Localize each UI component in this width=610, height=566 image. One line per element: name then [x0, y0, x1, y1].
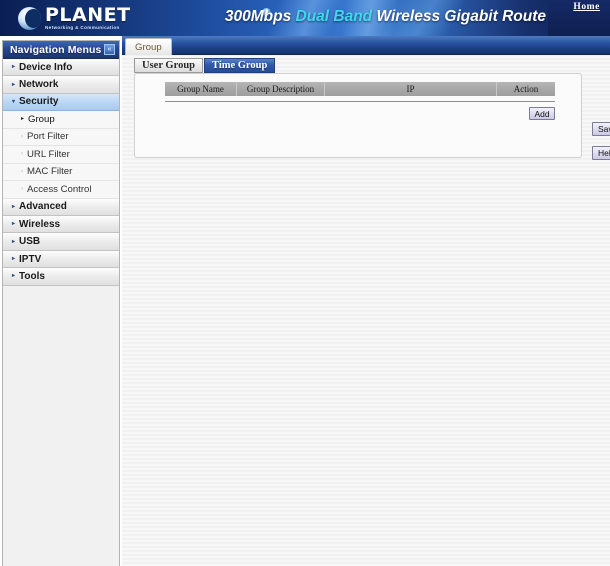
sidebar-title: Navigation Menus — [10, 43, 102, 56]
navigation-sidebar: Navigation Menus « ▸ Device Info ▸ Network ▾… — [2, 40, 120, 566]
main-content: Group User Group Time Group Group Name Gro… — [122, 36, 610, 566]
sidebar-subitem-port-filter[interactable]: › Port Filter — [3, 128, 119, 147]
sidebar-subitem-url-filter[interactable]: › URL Filter — [3, 146, 119, 164]
sidebar-subitem-label: Port Filter — [27, 131, 69, 143]
subtab-bar: User Group Time Group — [134, 58, 276, 73]
chevron-down-icon: ▾ — [12, 98, 16, 105]
column-header-action: Action — [513, 84, 539, 94]
sidebar-item-security[interactable]: ▾ Security — [3, 93, 119, 112]
planet-globe-icon — [18, 6, 41, 30]
chevron-right-icon: ▸ — [21, 116, 25, 123]
sidebar-item-advanced[interactable]: ▸ Advanced — [3, 198, 119, 217]
sidebar-item-usb[interactable]: ▸ USB — [3, 233, 119, 251]
sidebar-item-label: IPTV — [19, 253, 42, 265]
sidebar-item-label: Tools — [19, 270, 45, 282]
column-header-group-name: Group Name — [165, 82, 237, 96]
subtab-user-group[interactable]: User Group — [134, 58, 203, 73]
sidebar-subitem-label: MAC Filter — [27, 166, 73, 178]
sidebar-subitem-group[interactable]: ▸ Group — [3, 111, 119, 129]
sidebar-item-label: Wireless — [19, 218, 61, 230]
chevron-right-icon: › — [21, 168, 23, 175]
sidebar-item-iptv[interactable]: ▸ IPTV — [3, 250, 119, 269]
brand-tagline: Networking & Communication — [45, 24, 120, 30]
chevron-right-icon: › — [21, 133, 23, 140]
sidebar-item-wireless[interactable]: ▸ Wireless — [3, 216, 119, 234]
sidebar-item-label: Device Info — [19, 61, 73, 73]
chevron-right-icon: ▸ — [12, 273, 16, 280]
add-button[interactable]: Add — [529, 107, 555, 120]
chevron-right-icon: › — [21, 186, 23, 193]
sidebar-subitem-label: URL Filter — [27, 148, 70, 160]
chevron-right-icon: ▸ — [12, 203, 16, 210]
sidebar-item-label: Network — [19, 79, 59, 91]
subtab-time-group[interactable]: Time Group — [204, 58, 276, 73]
banner-suffix: Wireless Gigabit Route — [372, 8, 546, 25]
chevron-right-icon: ▸ — [12, 221, 16, 228]
save-button[interactable]: Save — [592, 122, 610, 136]
chevron-right-icon: › — [21, 151, 23, 158]
banner-accent: Dual Band — [295, 8, 373, 25]
app-header: PLANET Networking & Communication 300Mbp… — [0, 0, 610, 36]
sidebar-subitem-label: Access Control — [27, 183, 92, 195]
sidebar-subitem-label: Group — [28, 113, 55, 125]
page-tabbar: Group — [122, 36, 610, 55]
banner-prefix: 300Mbps — [224, 8, 296, 25]
sidebar-subitem-access-control[interactable]: › Access Control — [3, 181, 119, 199]
chevron-right-icon: ▸ — [12, 81, 16, 88]
table-header-row: Group Name Group Description IP Action — [165, 82, 555, 96]
group-table: Group Name Group Description IP Action — [165, 82, 555, 102]
page-body: Navigation Menus « ▸ Device Info ▸ Network ▾… — [0, 36, 610, 566]
column-header-ip: IP — [325, 82, 497, 96]
brand-logo-text: PLANET Networking & Communication — [45, 3, 131, 31]
sidebar-header: Navigation Menus « — [3, 41, 119, 59]
sidebar-subitem-mac-filter[interactable]: › MAC Filter — [3, 163, 119, 182]
sidebar-menu: ▸ Device Info ▸ Network ▾ Security ▸ Group › Port… — [3, 59, 119, 286]
column-header-group-description: Group Description — [237, 82, 325, 96]
sidebar-item-label: Advanced — [19, 201, 67, 213]
page-tab-group[interactable]: Group — [125, 38, 172, 55]
sidebar-collapse-icon[interactable]: « — [104, 44, 115, 55]
chevron-right-icon: ▸ — [12, 238, 16, 245]
product-banner-title: 300Mbps Dual Band Wireless Gigabit Route — [225, 8, 546, 26]
sidebar-item-device-info[interactable]: ▸ Device Info — [3, 59, 119, 77]
sidebar-item-network[interactable]: ▸ Network — [3, 76, 119, 94]
table-divider — [165, 101, 555, 102]
chevron-right-icon: ▸ — [12, 256, 16, 263]
group-table-panel: Group Name Group Description IP Action Add — [134, 73, 582, 158]
home-link[interactable]: Home — [573, 2, 600, 12]
brand-name: PLANET — [45, 3, 131, 26]
sidebar-item-label: USB — [19, 236, 41, 248]
sidebar-item-tools[interactable]: ▸ Tools — [3, 268, 119, 286]
brand-logo: PLANET Networking & Communication — [18, 3, 131, 33]
help-button[interactable]: Help — [592, 146, 610, 160]
chevron-right-icon: ▸ — [12, 64, 16, 71]
sidebar-item-label: Security — [19, 96, 59, 108]
